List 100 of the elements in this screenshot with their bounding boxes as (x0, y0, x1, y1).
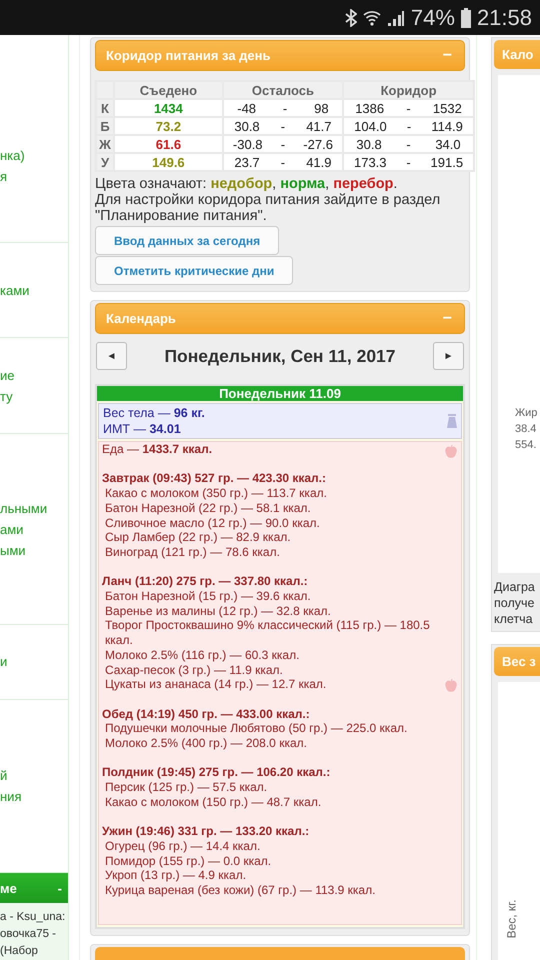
table-cell: -30.8 (232, 136, 263, 152)
food-item: Помидор (155 гр.) — 0.0 ккал. (104, 854, 272, 868)
sidebar-link[interactable]: ами (0, 518, 68, 540)
body-stat: ИМТ — 34.01 (103, 421, 182, 437)
panel-header: Вес з (494, 647, 540, 676)
panel-header: Кало (494, 40, 540, 69)
sidebar-link[interactable]: ыми (0, 540, 68, 561)
sidebar-link[interactable]: и (0, 651, 68, 672)
battery-percent: 74% (410, 4, 455, 30)
sidebar-link[interactable]: ками (0, 280, 68, 301)
table-cell: - (280, 136, 286, 152)
collapse-button[interactable]: − (442, 46, 452, 64)
sidebar-text: а - Ksu_una: (0, 910, 66, 925)
axis-label: Вес, кг. (504, 900, 518, 938)
food-item: Какао с молоком (350 гр.) — 113.7 ккал. (104, 486, 328, 501)
table-cell: 41.9 (306, 154, 332, 170)
row-label: У (96, 153, 114, 171)
collapse-toggle[interactable]: - (58, 880, 62, 896)
food-item: Творог Простоквашино 9% классический (115 гр.) — 180.5 ккал. (104, 618, 431, 648)
table-cell: 149.6 (114, 153, 223, 171)
table-cell: 73.2 (114, 117, 223, 135)
table-cell: 30.8 (356, 136, 382, 152)
table-cell: - (280, 154, 286, 170)
food-item: Курица вареная (без кожи) (67 гр.) — 113.9 ккал. (104, 883, 376, 898)
table-cell: 104.0 (354, 118, 387, 134)
settings-note: Для настройки коридора питания зайдите в раздел "Планирование питания". (95, 192, 442, 224)
food-item: Молоко 2.5% (116 гр.) — 60.3 ккал. (104, 648, 300, 663)
food-item: Огурец (96 гр.) — 14.4 ккал. (104, 838, 262, 854)
food-item: Варенье из малины (12 гр.) — 32.8 ккал. (104, 604, 332, 618)
sidebar-link[interactable]: ния (0, 786, 68, 807)
table-cell: 173.3 (354, 154, 387, 170)
collapse-button[interactable]: − (442, 310, 452, 328)
sidebar-link[interactable]: ту (0, 386, 68, 407)
table-cell: 41.7 (306, 118, 332, 134)
food-item: Сахар-песок (3 гр.) — 11.9 ккал. (104, 662, 284, 678)
food-item: Виноград (121 гр.) — 78.6 ккал. (104, 544, 281, 560)
table-cell: - (406, 136, 411, 152)
row-label: Ж (96, 135, 114, 153)
table-cell: 191.5 (430, 154, 464, 170)
table-cell: 30.8 (234, 118, 260, 134)
sidebar-link[interactable]: й (0, 764, 68, 786)
food-item: Подушечки молочные Любятово (50 гр.) — 225.0 ккал. (104, 721, 408, 736)
table-cell: - (280, 118, 286, 134)
chart-note: Диагра (494, 579, 536, 595)
row-label: К (96, 99, 114, 117)
table-cell: 61.6 (114, 135, 223, 153)
chart-label: 554. (515, 438, 538, 453)
table-cell: - (406, 118, 412, 134)
meal-title: Обед (14:19) 450 гр. — 433.00 ккал.: (102, 706, 311, 722)
panel-title: Календарь (106, 311, 176, 326)
next-day-button[interactable]: ► (433, 342, 464, 370)
food-item: Батон Нарезной (15 гр.) — 39.6 ккал. (104, 589, 312, 604)
meal-title: Ужин (19:46) 331 гр. — 133.20 ккал.: (102, 824, 310, 839)
row-label: Б (96, 117, 114, 135)
sidebar-link[interactable]: ие (0, 364, 68, 386)
column-header: Коридор (343, 81, 474, 99)
table-cell: - (282, 100, 288, 116)
action-button[interactable]: Ввод данных за сегодня (95, 226, 280, 255)
table-cell: 1532 (432, 100, 462, 116)
panel-title: ме (0, 880, 17, 896)
food-item: Сливочное масло (12 гр.) — 90.0 ккал. (104, 516, 321, 530)
food-item: Персик (125 гр.) — 57.5 ккал. (104, 780, 268, 795)
panel-title: Коридор питания за день (106, 48, 270, 63)
previous-day-button[interactable]: ◄ (96, 342, 127, 370)
calendar-date: Понедельник, Сен 11, 2017 (164, 346, 396, 366)
body-stat: Вес тела — 96 кг. (103, 405, 205, 421)
clock: 21:58 (476, 4, 532, 30)
meal-title: Завтрак (09:43) 527 гр. — 423.30 ккал.: (102, 471, 328, 486)
color-legend: Цвета означают: недобор, норма, перебор. (95, 176, 465, 192)
chart-note: клетча (494, 611, 534, 627)
sidebar-text: овочка75 - (0, 927, 58, 942)
sidebar-link[interactable]: я (0, 166, 68, 187)
meal-title: Полдник (19:45) 275 гр. — 106.20 ккал.: (102, 765, 332, 780)
meal-title: Ланч (11:20) 275 гр. — 337.80 ккал.: (102, 574, 309, 589)
food-item: Сыр Ламбер (22 гр.) — 82.9 ккал. (104, 530, 292, 545)
column-header: Осталось (222, 81, 344, 99)
food-item: Батон Нарезной (22 гр.) — 58.1 ккал. (104, 500, 312, 516)
table-cell: 1434 (114, 99, 223, 117)
table-cell: 98 (314, 100, 329, 116)
food-item: Какао с молоком (150 гр.) — 48.7 ккал. (104, 794, 322, 810)
chart-label: Жир (515, 406, 538, 421)
food-total: Еда — 1433.7 ккал. (102, 442, 214, 457)
day-header: Понедельник 11.09 (97, 386, 463, 401)
table-cell: -48 (237, 100, 256, 116)
table-cell: - (406, 100, 411, 116)
table-cell: - (406, 154, 411, 170)
sidebar-link[interactable]: нка) (0, 144, 68, 166)
table-cell: 114.9 (431, 118, 463, 134)
food-item: Цукаты из ананаса (14 гр.) — 12.7 ккал. (104, 677, 328, 692)
sidebar-text: (Набор (0, 944, 39, 959)
column-header: Съедено (114, 81, 223, 99)
chart-note: получе (494, 595, 536, 611)
table-cell: 34.0 (435, 136, 461, 152)
food-item: Укроп (13 гр.) — 4.9 ккал. (104, 868, 248, 884)
food-item: Молоко 2.5% (400 гр.) — 208.0 ккал. (104, 736, 308, 751)
chart-label: 38.4 (515, 422, 538, 437)
table-cell: 23.7 (234, 154, 260, 170)
sidebar-link[interactable]: льными (0, 498, 68, 519)
action-button[interactable]: Отметить критические дни (95, 256, 294, 285)
table-cell: 1386 (355, 100, 384, 116)
